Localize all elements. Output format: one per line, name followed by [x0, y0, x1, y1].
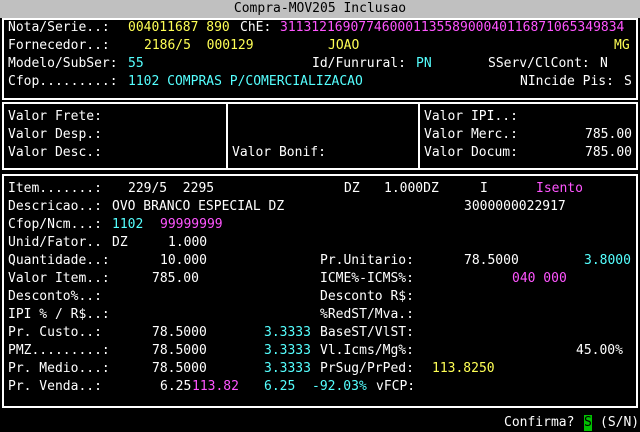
quantidade-label: Quantidade..: — [8, 253, 110, 268]
basest-label: BaseST/VlST: — [320, 325, 414, 340]
isento-badge: Isento — [536, 181, 583, 196]
desp-label: Valor Desp.: — [8, 127, 102, 142]
vlicms-value: 45.00% — [576, 343, 623, 358]
pmz-label: PMZ.........: — [8, 343, 110, 358]
fator-value[interactable]: 1.000 — [168, 235, 207, 251]
unid-label: Unid/Fator.. — [8, 235, 102, 250]
descricao-value[interactable]: OVO BRANCO ESPECIAL DZ — [112, 199, 284, 215]
ean-value: 3000000022917 — [464, 199, 566, 214]
chave-label: ChE: — [240, 20, 272, 35]
custo-value[interactable]: 78.5000 — [152, 325, 207, 341]
cfop-value[interactable]: 1102 COMPRAS P/COMERCIALIZACAO — [128, 74, 363, 90]
nincide-value[interactable]: S — [624, 74, 632, 90]
item-cfop-value[interactable]: 1102 — [112, 217, 143, 233]
qty-dz: 1.000DZ — [384, 181, 439, 196]
sserv-value[interactable]: N — [600, 56, 608, 72]
venda-alt[interactable]: 113.82 — [192, 379, 239, 395]
pmz-pct: 3.3333 — [264, 343, 311, 358]
totals-divider-right — [418, 102, 420, 170]
modelo-value[interactable]: 55 — [128, 56, 144, 72]
status-bar: Confirma? S (S/N) — [0, 414, 640, 432]
venda-v3: 6.25 — [264, 379, 296, 394]
dz-label: DZ — [344, 181, 360, 196]
merc-value: 785.00 — [585, 127, 632, 142]
cfop-ncm-label: Cfop/Ncm...: — [8, 217, 102, 232]
venda-label: Pr. Venda..: — [8, 379, 102, 394]
vlicms-label: Vl.Icms/Mg%: — [320, 343, 414, 358]
fornecedor-uf: MG — [614, 38, 630, 53]
venda-value[interactable]: 6.25 — [160, 379, 191, 395]
sserv-label: SServ/ClCont: — [488, 56, 590, 71]
prunit-label: Pr.Unitario: — [320, 253, 414, 268]
i-label: I — [480, 181, 488, 196]
item-value[interactable]: 229/5 2295 — [128, 181, 214, 197]
custo-label: Pr. Custo..: — [8, 325, 102, 340]
item-label: Item.......: — [8, 181, 102, 196]
ncm-value[interactable]: 99999999 — [160, 217, 223, 233]
pmz-value: 78.5000 — [152, 343, 207, 358]
cfop-label: Cfop.........: — [8, 74, 118, 89]
funrural-value[interactable]: PN — [416, 56, 432, 72]
desconto-rs-label: Desconto R$: — [320, 289, 414, 304]
totals-divider-left — [226, 102, 228, 170]
valoritem-label: Valor Item..: — [8, 271, 110, 286]
modelo-label: Modelo/SubSer: — [8, 56, 118, 71]
quantidade-value[interactable]: 10.000 — [160, 253, 207, 269]
vfcp-label: vFCP: — [376, 379, 416, 394]
frete-label: Valor Frete: — [8, 109, 102, 124]
descricao-label: Descricao..: — [8, 199, 102, 214]
nincide-label: NIncide Pis: — [520, 74, 614, 89]
venda-v4: -92.03% — [312, 379, 367, 394]
icms-value[interactable]: 040 000 — [512, 271, 567, 287]
prunit-value[interactable]: 78.5000 — [464, 253, 519, 269]
prsug-value[interactable]: 113.8250 — [432, 361, 495, 377]
medio-label: Pr. Medio...: — [8, 361, 110, 376]
docum-label: Valor Docum: — [424, 145, 518, 160]
ipi-total-label: Valor IPI..: — [424, 109, 518, 124]
window-title-bar: Compra-MOV205 Inclusao — [0, 0, 640, 18]
custo-pct: 3.3333 — [264, 325, 311, 340]
medio-pct: 3.3333 — [264, 361, 311, 376]
fornecedor-code[interactable]: 2186/5 000129 — [144, 38, 254, 54]
confirma-label: Confirma? — [504, 415, 575, 430]
desc-label: Valor Desc.: — [8, 145, 102, 160]
desconto-pct-label: Desconto%..: — [8, 289, 102, 304]
prunit-alt: 3.8000 — [584, 253, 631, 268]
bonif-label: Valor Bonif: — [232, 145, 326, 160]
valoritem-value: 785.00 — [152, 271, 199, 286]
unid-value[interactable]: DZ — [112, 235, 128, 251]
nota-value[interactable]: 004011687 890 — [128, 20, 230, 36]
docum-value: 785.00 — [585, 145, 632, 160]
chave-value[interactable]: 3113121690774600011355890004011687106534… — [280, 20, 624, 36]
icms-label: ICME%-ICMS%: — [320, 271, 414, 286]
fornecedor-label: Fornecedor..: — [8, 38, 110, 53]
redst-label: %RedST/Mva.: — [320, 307, 414, 322]
medio-value: 78.5000 — [152, 361, 207, 376]
nota-label: Nota/Serie..: — [8, 20, 110, 35]
fornecedor-name: JOAO — [328, 38, 360, 53]
ipi-label: IPI % / R$..: — [8, 307, 110, 322]
funrural-label: Id/Funrural: — [312, 56, 406, 71]
confirma-input[interactable]: S — [584, 415, 592, 431]
window-title: Compra-MOV205 Inclusao — [233, 1, 407, 16]
confirma-options: (S/N) — [600, 415, 640, 430]
prsug-label: PrSug/PrPed: — [320, 361, 414, 376]
merc-label: Valor Merc.: — [424, 127, 518, 142]
